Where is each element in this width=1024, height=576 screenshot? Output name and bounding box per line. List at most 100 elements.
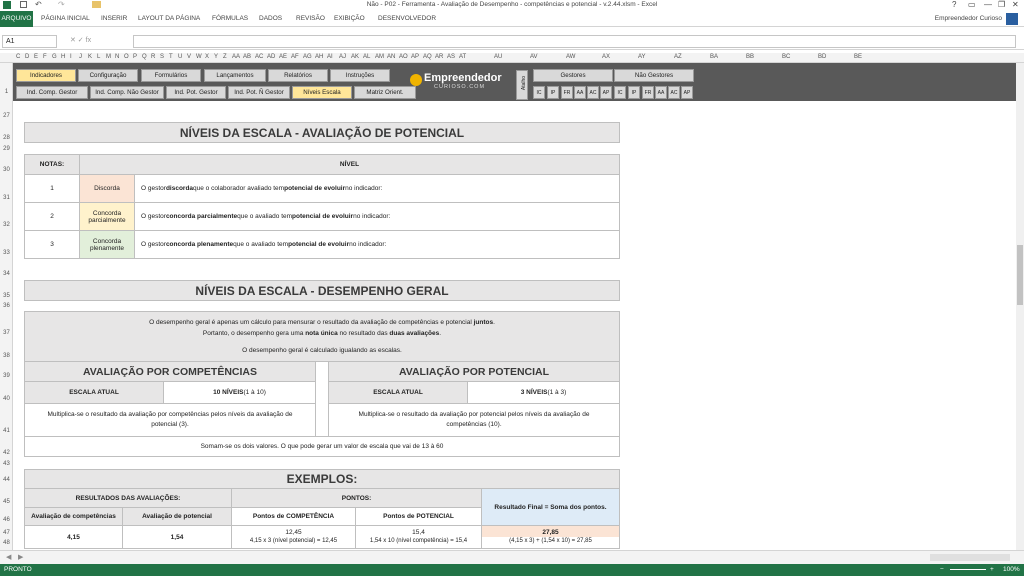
nav-niveis-escala-button[interactable]: Níveis Escala <box>292 86 352 99</box>
nav-indicadores-button[interactable]: Indicadores <box>16 69 76 82</box>
column-header[interactable]: AZ <box>674 54 682 60</box>
column-header[interactable]: AD <box>267 54 275 60</box>
row-number[interactable]: 31 <box>0 195 13 201</box>
vertical-scrollbar[interactable] <box>1016 63 1024 550</box>
row-number[interactable]: 33 <box>0 250 13 256</box>
column-header[interactable]: R <box>151 54 155 60</box>
close-icon[interactable]: ✕ <box>1012 0 1019 9</box>
tab-file[interactable]: ARQUIVO <box>0 11 33 27</box>
column-header[interactable]: AN <box>387 54 395 60</box>
scrollbar-thumb[interactable] <box>1017 245 1023 305</box>
nav-nao-gestores-button[interactable]: Não Gestores <box>614 69 694 82</box>
nav-lancamentos-button[interactable]: Lançamentos <box>204 69 266 82</box>
column-header[interactable]: AX <box>602 54 610 60</box>
row-number[interactable]: 30 <box>0 167 13 173</box>
row-number[interactable]: 28 <box>0 135 13 141</box>
shortcut-ic-button[interactable]: IC <box>614 86 626 99</box>
shortcut-fr-button[interactable]: FR <box>642 86 654 99</box>
row-number[interactable]: 37 <box>0 330 13 336</box>
row-number[interactable]: 27 <box>0 113 13 119</box>
shortcut-aa-button[interactable]: AA <box>655 86 667 99</box>
row-number[interactable]: 40 <box>0 396 13 402</box>
column-header[interactable]: Z <box>223 54 227 60</box>
row-number[interactable]: 35 <box>0 293 13 299</box>
column-header[interactable]: F <box>43 54 47 60</box>
name-box[interactable]: A1 <box>2 35 57 48</box>
shortcut-ac-button[interactable]: AC <box>587 86 599 99</box>
avatar[interactable] <box>1006 13 1018 25</box>
nav-ind-pot-nao-gestor-button[interactable]: Ind. Pot. Ñ Gestor <box>228 86 290 99</box>
tab-home[interactable]: PÁGINA INICIAL <box>41 15 90 22</box>
column-header[interactable]: AJ <box>339 54 346 60</box>
column-header[interactable]: BB <box>746 54 754 60</box>
column-header[interactable]: AI <box>327 54 333 60</box>
zoom-level[interactable]: 100% <box>1003 566 1020 573</box>
column-header[interactable]: AP <box>411 54 419 60</box>
column-header[interactable]: T <box>169 54 173 60</box>
user-name[interactable]: Empreendedor Curioso <box>935 15 1002 22</box>
tab-data[interactable]: DADOS <box>259 15 282 22</box>
column-header[interactable]: AL <box>363 54 370 60</box>
column-header[interactable]: O <box>124 54 129 60</box>
sheet-nav-left-icon[interactable]: ◀ <box>6 553 11 561</box>
column-header[interactable]: AW <box>566 54 575 60</box>
nav-gestores-button[interactable]: Gestores <box>533 69 613 82</box>
column-header[interactable]: AG <box>303 54 312 60</box>
column-header[interactable]: X <box>205 54 209 60</box>
tab-insert[interactable]: INSERIR <box>101 15 127 22</box>
row-number[interactable]: 46 <box>0 517 13 523</box>
shortcut-fr-button[interactable]: FR <box>561 86 573 99</box>
ribbon-display-icon[interactable]: ▭ <box>968 0 976 9</box>
column-header[interactable]: BC <box>782 54 790 60</box>
column-header[interactable]: AF <box>291 54 299 60</box>
nav-relatorios-button[interactable]: Relatórios <box>268 69 328 82</box>
zoom-out-icon[interactable]: − <box>940 566 944 573</box>
column-header[interactable]: AH <box>315 54 323 60</box>
column-header[interactable]: AU <box>494 54 502 60</box>
zoom-slider[interactable] <box>950 569 986 570</box>
column-header[interactable]: I <box>70 54 72 60</box>
row-number[interactable]: 34 <box>0 271 13 277</box>
nav-ind-pot-gestor-button[interactable]: Ind. Pot. Gestor <box>166 86 226 99</box>
shortcut-aa-button[interactable]: AA <box>574 86 586 99</box>
shortcut-ap-button[interactable]: AP <box>600 86 612 99</box>
column-header[interactable]: C <box>16 54 20 60</box>
nav-instrucoes-button[interactable]: Instruções <box>330 69 390 82</box>
nav-ind-comp-gestor-button[interactable]: Ind. Comp. Gestor <box>16 86 88 99</box>
row-number[interactable]: 1 <box>0 89 13 95</box>
column-header[interactable]: G <box>52 54 57 60</box>
nav-configuracao-button[interactable]: Configuração <box>78 69 138 82</box>
column-header[interactable]: AB <box>243 54 251 60</box>
column-header[interactable]: AK <box>351 54 359 60</box>
column-header[interactable]: AV <box>530 54 538 60</box>
nav-matriz-orient-button[interactable]: Matriz Orient. <box>354 86 416 99</box>
column-header[interactable]: V <box>187 54 191 60</box>
nav-formularios-button[interactable]: Formulários <box>141 69 201 82</box>
column-header[interactable]: AY <box>638 54 646 60</box>
horizontal-scrollbar[interactable] <box>930 554 1010 561</box>
column-header[interactable]: U <box>178 54 182 60</box>
column-header[interactable]: AQ <box>423 54 432 60</box>
zoom-in-icon[interactable]: + <box>990 566 994 573</box>
nav-ind-comp-nao-gestor-button[interactable]: Ind. Comp. Não Gestor <box>90 86 164 99</box>
column-header[interactable]: M <box>106 54 111 60</box>
row-number[interactable]: 36 <box>0 303 13 309</box>
tab-view[interactable]: EXIBIÇÃO <box>334 15 365 22</box>
shortcut-ap-button[interactable]: AP <box>681 86 693 99</box>
column-header[interactable]: S <box>160 54 164 60</box>
column-header[interactable]: AC <box>255 54 263 60</box>
row-number[interactable]: 45 <box>0 499 13 505</box>
shortcut-ac-button[interactable]: AC <box>668 86 680 99</box>
column-header[interactable]: E <box>34 54 38 60</box>
column-header[interactable]: W <box>196 54 202 60</box>
shortcut-ic-button[interactable]: IC <box>533 86 545 99</box>
column-header[interactable]: BE <box>854 54 862 60</box>
help-icon[interactable]: ? <box>952 0 956 9</box>
shortcut-ip-button[interactable]: IP <box>547 86 559 99</box>
column-header[interactable]: AO <box>399 54 408 60</box>
row-number[interactable]: 42 <box>0 450 13 456</box>
column-header[interactable]: AT <box>459 54 466 60</box>
tab-review[interactable]: REVISÃO <box>296 15 325 22</box>
row-number[interactable]: 38 <box>0 353 13 359</box>
column-header[interactable]: Y <box>214 54 218 60</box>
